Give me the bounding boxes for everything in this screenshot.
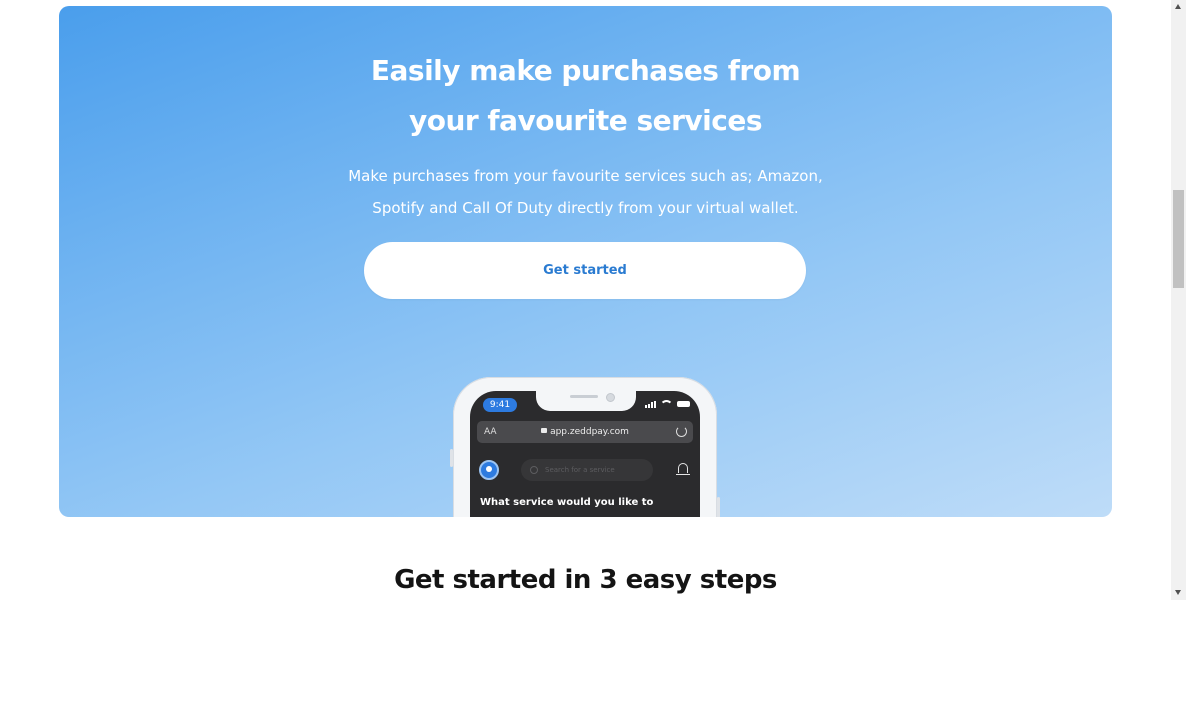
phone-screen: 9:41 AA app.zeddpay.com Search for a ser… xyxy=(470,391,700,517)
camera-icon xyxy=(606,393,615,402)
hero-subtitle-line-2: Spotify and Call Of Duty directly from y… xyxy=(372,199,799,217)
get-started-button[interactable]: Get started xyxy=(364,242,806,299)
hero-title-line-1: Easily make purchases from xyxy=(370,54,801,87)
speaker-icon xyxy=(570,395,598,398)
app-search-field: Search for a service xyxy=(521,459,653,481)
phone-side-button-left xyxy=(450,449,453,467)
status-icons xyxy=(645,400,690,408)
app-question-text: What service would you like to xyxy=(480,497,654,508)
hero-banner: Easily make purchases from your favourit… xyxy=(59,6,1112,517)
app-search-placeholder: Search for a service xyxy=(545,466,615,474)
hero-subtitle: Make purchases from your favourite servi… xyxy=(59,160,1112,224)
hero-title: Easily make purchases from your favourit… xyxy=(59,46,1112,146)
signal-icon xyxy=(645,400,656,408)
hero-subtitle-line-1: Make purchases from your favourite servi… xyxy=(348,167,823,185)
reload-icon xyxy=(676,426,687,437)
scroll-up-arrow-icon[interactable] xyxy=(1175,4,1181,9)
url-text-row: app.zeddpay.com xyxy=(477,421,693,443)
vertical-scrollbar[interactable] xyxy=(1171,0,1186,600)
steps-section-title: Get started in 3 easy steps xyxy=(394,565,777,595)
scroll-down-arrow-icon[interactable] xyxy=(1175,590,1181,595)
page: Easily make purchases from your favourit… xyxy=(0,0,1186,721)
phone-mockup: 9:41 AA app.zeddpay.com Search for a ser… xyxy=(450,377,720,517)
browser-viewport: Easily make purchases from your favourit… xyxy=(0,0,1171,600)
search-icon xyxy=(530,466,538,474)
bell-icon xyxy=(676,463,690,475)
hero-title-line-2: your favourite services xyxy=(408,104,763,137)
avatar-icon xyxy=(479,460,499,480)
url-text: app.zeddpay.com xyxy=(550,427,629,437)
scrollbar-thumb[interactable] xyxy=(1173,190,1184,288)
status-time: 9:41 xyxy=(483,398,517,412)
url-bar: AA app.zeddpay.com xyxy=(477,421,693,443)
phone-side-button-right xyxy=(717,497,720,517)
battery-icon xyxy=(677,401,690,407)
wifi-icon xyxy=(660,400,673,408)
lock-icon xyxy=(541,428,548,433)
phone-notch xyxy=(536,391,636,411)
